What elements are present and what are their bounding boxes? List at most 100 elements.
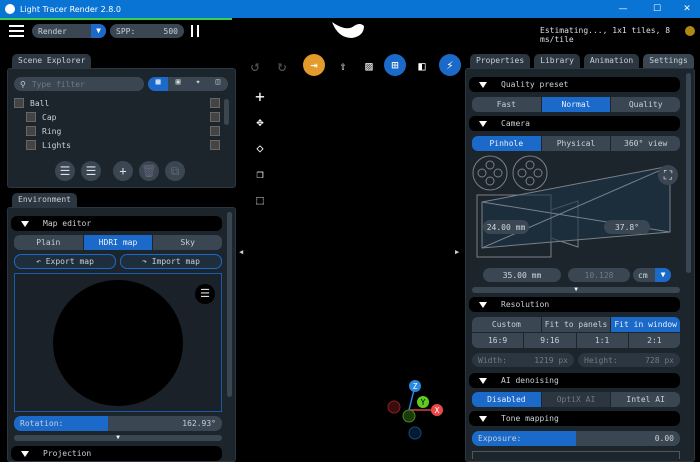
expand-handle-icon[interactable]: ▼ <box>472 287 680 293</box>
collapse-all-icon[interactable]: ☰ <box>55 161 75 181</box>
camera-header[interactable]: Camera <box>469 116 680 131</box>
mode-plain[interactable]: Plain <box>14 235 84 250</box>
tab-library[interactable]: Library <box>534 54 580 68</box>
select-region-icon[interactable]: ⬚ <box>250 190 270 210</box>
ratio-2-1[interactable]: 2:1 <box>629 333 680 348</box>
rotation-slider[interactable]: Rotation: 162.93° <box>14 416 222 431</box>
quality-fast[interactable]: Fast <box>472 97 542 112</box>
height-field[interactable]: Height: 728 px <box>578 353 680 367</box>
focal-length-field[interactable]: 35.00 mm <box>483 268 561 282</box>
visibility-toggle[interactable] <box>210 140 220 150</box>
pause-icon[interactable] <box>191 25 199 37</box>
button-label: Export map <box>45 257 94 266</box>
viewport-layout-icon[interactable]: ⊞ <box>384 54 406 76</box>
close-button[interactable]: ✕ <box>676 0 698 18</box>
export-map-button[interactable]: ↶ Export map <box>14 254 116 269</box>
duplicate-icon[interactable]: ❐ <box>250 164 270 184</box>
spp-field[interactable]: SPP: 500 <box>110 24 184 38</box>
visibility-toggle[interactable] <box>210 126 220 136</box>
render-progress-bar <box>0 18 232 20</box>
mode-sky[interactable]: Sky <box>153 235 222 250</box>
maximize-button[interactable]: ☐ <box>646 0 668 18</box>
expand-handle-icon[interactable]: ▼ <box>14 435 222 441</box>
move-icon[interactable]: ✥ <box>250 112 270 132</box>
focus-distance-field[interactable]: 10.128 <box>568 268 630 282</box>
filter-lights-icon[interactable]: ✦ <box>188 77 208 91</box>
tree-item-ball[interactable]: Ball <box>14 96 220 110</box>
denoising-selector[interactable]: Disabled OptiX AI Intel AI <box>472 392 680 407</box>
tab-animation[interactable]: Animation <box>583 54 640 68</box>
expand-all-icon[interactable]: ☰ <box>81 161 101 181</box>
settings-scrollbar[interactable] <box>686 73 691 273</box>
resolution-mode-selector[interactable]: Custom Fit to panels Fit in window <box>472 317 680 332</box>
undo-icon[interactable]: ↺ <box>245 56 265 76</box>
tone-mapping-header[interactable]: Tone mapping <box>469 411 680 426</box>
tab-settings[interactable]: Settings <box>643 54 694 68</box>
collapse-right-icon[interactable]: ▶ <box>455 248 459 256</box>
tab-environment[interactable]: Environment <box>12 193 77 207</box>
tree-item-lights[interactable]: Lights <box>14 138 220 152</box>
visibility-toggle[interactable] <box>210 98 220 108</box>
add-icon[interactable]: + <box>113 161 133 181</box>
environment-mode-selector[interactable]: Plain HDRI map Sky <box>14 235 222 250</box>
denoising-header[interactable]: AI denoising <box>469 373 680 388</box>
light-tool-icon[interactable]: ⚡ <box>439 54 461 76</box>
fullscreen-icon[interactable]: ⛶ <box>658 165 678 185</box>
map-editor-header[interactable]: Map editor <box>11 216 222 231</box>
redo-icon[interactable]: ↻ <box>272 56 292 76</box>
denoise-disabled[interactable]: Disabled <box>472 392 542 407</box>
filter-objects-icon[interactable]: ▦ <box>148 77 168 91</box>
scene-scrollbar[interactable] <box>224 99 229 125</box>
filter-input[interactable]: ⚲ Type filter <box>14 77 144 91</box>
menu-icon[interactable] <box>9 25 24 37</box>
delete-icon[interactable]: 🗑 <box>139 161 159 181</box>
filter-cameras-icon[interactable]: ◫ <box>208 77 228 91</box>
resolution-fit-panels[interactable]: Fit to panels <box>542 317 612 332</box>
material-icon[interactable]: ◇ <box>250 138 270 158</box>
import-icon[interactable]: ⇥ <box>303 54 325 76</box>
minimize-button[interactable]: — <box>612 0 634 18</box>
axis-gizmo[interactable]: Z Y X <box>385 378 449 440</box>
exposure-slider[interactable]: Exposure: 0.00 <box>472 431 680 446</box>
ratio-16-9[interactable]: 16:9 <box>472 333 525 348</box>
add-object-icon[interactable]: + <box>250 86 270 106</box>
camera-type-selector[interactable]: Pinhole Physical 360° view <box>472 136 680 151</box>
denoise-optix[interactable]: OptiX AI <box>541 392 612 407</box>
environment-scrollbar[interactable] <box>227 212 232 397</box>
tree-item-ring[interactable]: Ring <box>14 124 220 138</box>
camera-physical[interactable]: Physical <box>542 136 612 151</box>
render-image-icon[interactable]: ▨ <box>359 56 379 76</box>
width-field[interactable]: Width: 1219 px <box>472 353 574 367</box>
filter-materials-icon[interactable]: ▣ <box>168 77 188 91</box>
projection-header[interactable]: Projection <box>11 446 222 461</box>
import-map-button[interactable]: ↷ Import map <box>120 254 222 269</box>
resolution-header[interactable]: Resolution <box>469 297 680 312</box>
camera-pinhole[interactable]: Pinhole <box>472 136 542 151</box>
visibility-toggle[interactable] <box>210 112 220 122</box>
menu-icon[interactable]: ☰ <box>195 284 215 304</box>
quality-header[interactable]: Quality preset <box>469 77 680 92</box>
resolution-custom[interactable]: Custom <box>472 317 542 332</box>
unit-select[interactable]: cm ▼ <box>633 268 671 282</box>
ratio-1-1[interactable]: 1:1 <box>577 333 629 348</box>
mode-select[interactable]: Render ▼ <box>32 24 106 38</box>
duplicate-icon[interactable]: ⧉ <box>165 161 185 181</box>
split-view-icon[interactable]: ◧ <box>412 56 432 76</box>
tree-item-cap[interactable]: Cap <box>14 110 220 124</box>
quality-normal[interactable]: Normal <box>541 97 612 112</box>
denoise-intel[interactable]: Intel AI <box>611 392 680 407</box>
sensor-size-field[interactable]: 24.00 mm <box>483 220 529 234</box>
aspect-ratio-selector[interactable]: 16:9 9:16 1:1 2:1 <box>472 333 680 348</box>
hdri-preview[interactable]: ☰ <box>14 273 222 412</box>
upload-icon[interactable]: ⇧ <box>333 56 353 76</box>
mode-hdri[interactable]: HDRI map <box>83 235 154 250</box>
resolution-fit-window[interactable]: Fit in window <box>611 317 680 332</box>
tab-scene-explorer[interactable]: Scene Explorer <box>12 54 92 68</box>
tab-properties[interactable]: Properties <box>470 54 531 68</box>
camera-360[interactable]: 360° view <box>611 136 680 151</box>
quality-quality[interactable]: Quality <box>611 97 680 112</box>
collapse-left-icon[interactable]: ◀ <box>239 248 243 256</box>
ratio-9-16[interactable]: 9:16 <box>524 333 577 348</box>
fov-field[interactable]: 37.8° <box>604 220 650 234</box>
quality-selector[interactable]: Fast Normal Quality <box>472 97 680 112</box>
